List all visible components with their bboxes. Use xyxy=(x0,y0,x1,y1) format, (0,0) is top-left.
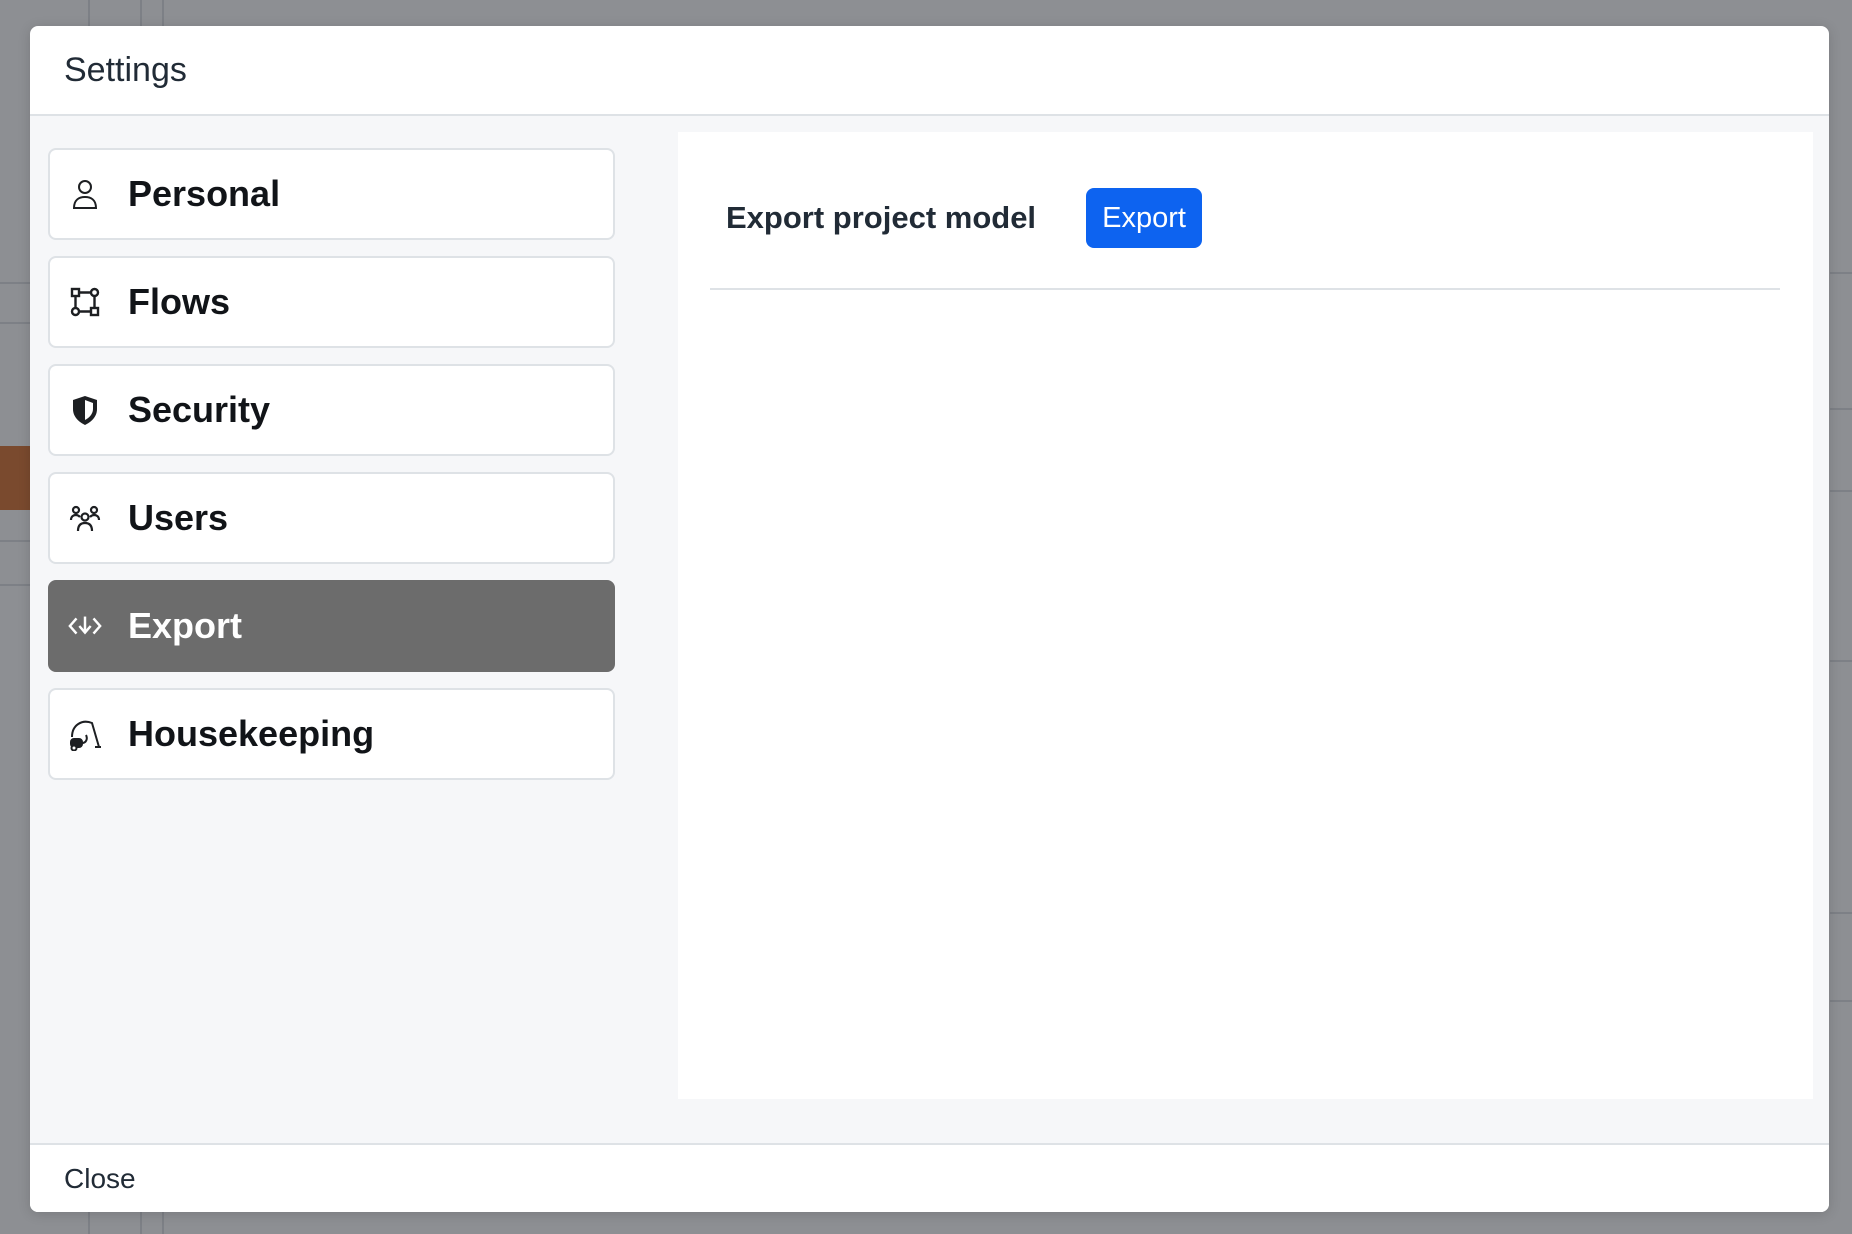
export-label: Export project model xyxy=(726,200,1037,235)
sidebar-item-label: Personal xyxy=(128,173,281,214)
background-divider xyxy=(1830,272,1852,274)
close-button[interactable]: Close xyxy=(64,1163,136,1195)
background-divider xyxy=(1830,1000,1852,1002)
export-button[interactable]: Export xyxy=(1086,188,1203,248)
sidebar-item-label: Export xyxy=(128,605,243,646)
background-divider xyxy=(0,584,30,586)
sidebar-item-users[interactable]: Users xyxy=(48,472,615,564)
background-badge xyxy=(0,446,30,510)
sidebar-item-export[interactable]: Export xyxy=(48,580,615,672)
background-divider xyxy=(0,282,30,284)
background-divider xyxy=(1830,490,1852,492)
background-divider xyxy=(1830,660,1852,662)
export-panel: Export project model Export xyxy=(678,132,1813,1099)
divider xyxy=(710,288,1780,290)
background-divider xyxy=(1830,912,1852,914)
background-divider xyxy=(1830,408,1852,410)
sidebar-item-label: Flows xyxy=(128,281,231,322)
person-icon xyxy=(68,177,102,211)
sidebar-item-housekeeping[interactable]: Housekeeping xyxy=(48,688,615,780)
export-icon xyxy=(68,609,102,643)
export-row: Export project model Export xyxy=(726,188,1203,248)
sidebar-item-personal[interactable]: Personal xyxy=(48,148,615,240)
modal-footer: Close xyxy=(30,1143,1829,1212)
background-divider xyxy=(0,322,30,324)
modal-title: Settings xyxy=(64,50,187,89)
sidebar-item-security[interactable]: Security xyxy=(48,364,615,456)
shield-icon xyxy=(68,393,102,427)
modal-header: Settings xyxy=(30,26,1829,116)
sidebar-item-flows[interactable]: Flows xyxy=(48,256,615,348)
settings-modal: Settings Personal Flows Security Users E… xyxy=(30,26,1829,1212)
flows-icon xyxy=(68,285,102,319)
vacuum-icon xyxy=(68,717,102,751)
modal-body: Personal Flows Security Users Export Hou… xyxy=(30,116,1829,1143)
sidebar-item-label: Security xyxy=(128,389,271,430)
sidebar-item-label: Users xyxy=(128,497,229,538)
sidebar-item-label: Housekeeping xyxy=(128,713,375,754)
background-divider xyxy=(0,540,30,542)
settings-sidebar: Personal Flows Security Users Export Hou… xyxy=(48,148,615,796)
users-icon xyxy=(68,501,102,535)
